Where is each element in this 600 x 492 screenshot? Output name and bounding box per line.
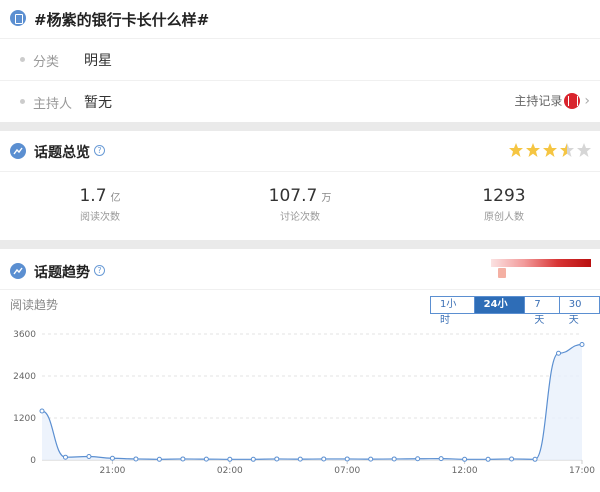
category-label: 分类 bbox=[33, 55, 60, 70]
host-row: 主持人 暂无 主持记录 › bbox=[0, 80, 600, 122]
trend-separator bbox=[0, 289, 600, 290]
topic-header: #杨紫的银行卡长什么样# bbox=[0, 0, 600, 38]
trend-title: 话题趋势 bbox=[34, 265, 90, 281]
star-icon bbox=[560, 143, 574, 157]
bullet-icon bbox=[20, 99, 25, 104]
stat-read-unit: 亿 bbox=[110, 193, 121, 204]
data-point bbox=[156, 456, 162, 462]
data-point bbox=[368, 456, 374, 462]
data-point bbox=[109, 455, 115, 461]
data-point bbox=[391, 456, 397, 462]
tab-24h[interactable]: 24小时 bbox=[474, 297, 526, 326]
data-point bbox=[344, 456, 350, 462]
x-tick-label: 21:00 bbox=[99, 466, 125, 476]
data-point bbox=[321, 456, 327, 462]
stat-discuss-unit: 万 bbox=[321, 193, 332, 204]
data-point bbox=[180, 456, 186, 462]
series-area bbox=[42, 344, 582, 460]
series-line bbox=[41, 343, 583, 460]
data-point bbox=[250, 456, 256, 462]
section-divider bbox=[0, 122, 600, 131]
host-record-link[interactable]: 主持记录 › bbox=[514, 92, 590, 109]
chevron-right-icon: › bbox=[584, 92, 590, 109]
heat-scale-bar bbox=[491, 259, 591, 267]
x-tick-label: 07:00 bbox=[334, 466, 360, 476]
tab-7d[interactable]: 7天 bbox=[525, 297, 560, 326]
host-record-badge-icon bbox=[564, 92, 581, 109]
y-tick-label: 1200 bbox=[13, 414, 36, 424]
y-tick-label: 2400 bbox=[13, 372, 36, 382]
data-point bbox=[415, 456, 421, 462]
stat-discuss-label: 讨论次数 bbox=[280, 212, 320, 223]
data-point bbox=[579, 342, 585, 347]
category-value: 明星 bbox=[84, 53, 112, 69]
overview-separator bbox=[0, 171, 600, 172]
chart-label: 阅读趋势 bbox=[10, 298, 59, 312]
data-point bbox=[556, 350, 562, 356]
tab-1h[interactable]: 1小时 bbox=[431, 297, 475, 326]
data-point bbox=[203, 456, 209, 462]
bullet-icon bbox=[20, 57, 25, 62]
stat-original-label: 原创人数 bbox=[484, 212, 524, 223]
star-icon bbox=[577, 143, 591, 157]
category-row: 分类 明星 bbox=[0, 38, 600, 80]
chart-icon bbox=[10, 263, 26, 279]
data-point bbox=[86, 454, 92, 459]
data-point bbox=[227, 456, 233, 462]
x-tick-label: 02:00 bbox=[217, 466, 243, 476]
data-point bbox=[532, 456, 538, 462]
x-tick-label: 12:00 bbox=[452, 466, 478, 476]
data-point bbox=[509, 456, 515, 462]
data-point bbox=[485, 456, 491, 462]
data-point bbox=[438, 456, 444, 462]
data-point bbox=[462, 456, 468, 462]
tab-30d[interactable]: 30天 bbox=[560, 297, 599, 326]
rating-stars bbox=[507, 142, 592, 158]
topic-icon bbox=[10, 10, 26, 26]
x-tick-label: 17:00 bbox=[569, 466, 595, 476]
heat-marker-icon bbox=[498, 268, 506, 278]
data-point bbox=[39, 408, 45, 414]
star-icon bbox=[509, 143, 523, 157]
star-icon bbox=[543, 143, 557, 157]
host-record-label: 主持记录 bbox=[514, 94, 563, 108]
star-icon bbox=[526, 143, 540, 157]
time-range-tabs: 1小时 24小时 7天 30天 bbox=[430, 296, 600, 326]
host-label: 主持人 bbox=[33, 97, 73, 112]
y-tick-label: 3600 bbox=[13, 330, 36, 340]
y-tick-label: 0 bbox=[30, 456, 36, 466]
help-icon[interactable]: ? bbox=[94, 265, 105, 276]
stat-discuss: 107.7 万 讨论次数 bbox=[240, 186, 360, 223]
stat-read-value: 1.7 bbox=[79, 186, 107, 206]
stat-discuss-value: 107.7 bbox=[268, 186, 318, 206]
section-divider bbox=[0, 240, 600, 249]
chart-icon bbox=[10, 143, 26, 159]
overview-title: 话题总览 bbox=[34, 145, 90, 161]
help-icon[interactable]: ? bbox=[94, 145, 105, 156]
data-point bbox=[297, 456, 303, 462]
data-point bbox=[274, 456, 280, 462]
data-point bbox=[133, 456, 139, 462]
stat-original-value: 1293 bbox=[482, 186, 526, 206]
page-title: #杨紫的银行卡长什么样# bbox=[34, 11, 210, 29]
data-point bbox=[62, 454, 68, 460]
stat-original: 1293 原创人数 bbox=[444, 186, 564, 223]
trend-header: 话题趋势 ? bbox=[0, 251, 600, 291]
stat-read-label: 阅读次数 bbox=[80, 212, 120, 223]
stat-read: 1.7 亿 阅读次数 bbox=[40, 186, 160, 223]
reading-trend-chart: 0 1200 2400 3600 21:00 02:00 07:00 12:00 17:00 bbox=[13, 330, 595, 476]
host-value: 暂无 bbox=[84, 95, 112, 111]
